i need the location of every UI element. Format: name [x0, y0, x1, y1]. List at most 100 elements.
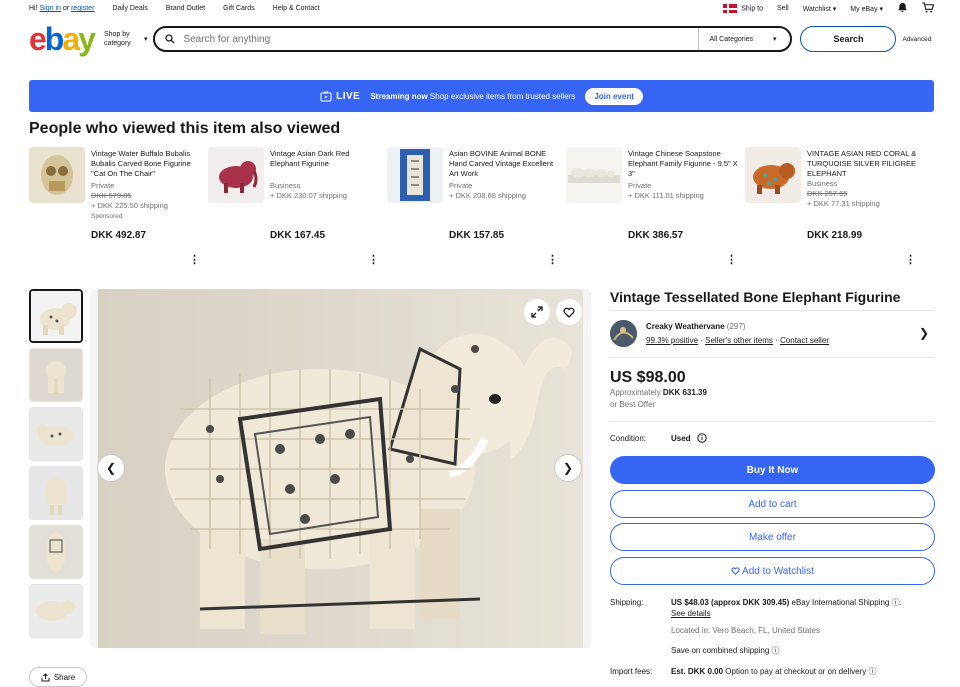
- main-header: ebay Shop by category ▾ Search for anyth…: [29, 22, 935, 56]
- product-thumbnail[interactable]: [566, 147, 622, 203]
- sign-in-link[interactable]: Sign in: [40, 5, 61, 12]
- also-viewed-heading: People who viewed this item also viewed: [29, 120, 341, 137]
- share-button[interactable]: Share: [29, 667, 87, 687]
- see-details-link[interactable]: See details: [671, 609, 711, 618]
- also-viewed-card[interactable]: VINTAGE ASIAN RED CORAL & TURQUOISE SILV…: [745, 147, 917, 267]
- previous-image-button[interactable]: ❮: [97, 454, 125, 482]
- bell-icon[interactable]: [897, 2, 908, 16]
- more-options-icon[interactable]: ⋮: [368, 253, 379, 266]
- seller-avatar[interactable]: [610, 320, 637, 347]
- watchlist-menu[interactable]: Watchlist ▾: [803, 5, 837, 13]
- ship-to-button[interactable]: Ship to: [723, 4, 763, 13]
- more-options-icon[interactable]: ⋮: [726, 253, 737, 266]
- search-button[interactable]: Search: [800, 26, 897, 52]
- approx-price: Approximately DKK 631.39: [610, 388, 707, 397]
- card-price: DKK 157.85: [449, 230, 505, 241]
- seller-other-items-link[interactable]: Seller's other items: [705, 336, 773, 345]
- shipping-method: eBay International Shipping: [791, 598, 890, 607]
- main-product-image[interactable]: ❮ ❯: [90, 289, 591, 648]
- category-select[interactable]: All Categories ▾: [698, 28, 790, 50]
- info-icon[interactable]: ⓘ: [772, 646, 780, 655]
- product-thumbnail[interactable]: [745, 147, 801, 203]
- also-viewed-card[interactable]: Vintage Water Buffalo Bubalis Bubalis Ca…: [29, 147, 201, 267]
- gallery-thumbnail[interactable]: [29, 466, 83, 520]
- card-seller-type: Business: [270, 181, 301, 190]
- shipping-details: US $48.03 (approx DKK 309.45) eBay Inter…: [671, 597, 935, 656]
- card-price: DKK 386.57: [628, 230, 684, 241]
- seller-name-row: Creaky Weathervane (297): [646, 322, 745, 331]
- import-fees-note: Option to pay at checkout or on delivery: [725, 667, 867, 676]
- gallery-thumbnail[interactable]: [29, 584, 83, 638]
- info-icon[interactable]: ⓘ: [868, 667, 876, 676]
- cart-icon[interactable]: [922, 2, 935, 15]
- daily-deals-link[interactable]: Daily Deals: [112, 5, 147, 12]
- also-viewed-card[interactable]: Vintage Chinese Soapstone Elephant Famil…: [566, 147, 738, 267]
- gallery-thumbnail[interactable]: [29, 348, 83, 402]
- gift-cards-link[interactable]: Gift Cards: [223, 5, 255, 12]
- join-event-button[interactable]: Join event: [585, 87, 643, 105]
- item-price: US $98.00: [610, 369, 686, 386]
- info-icon[interactable]: [697, 433, 707, 445]
- add-to-watchlist-label: Add to Watchlist: [742, 565, 814, 577]
- next-image-button[interactable]: ❯: [554, 454, 582, 482]
- add-to-watchlist-button[interactable]: Add to Watchlist: [610, 557, 935, 585]
- card-shipping: + DKK 77.31 shipping: [807, 199, 880, 208]
- divider: [610, 421, 935, 422]
- gallery-thumbnails: [29, 289, 85, 643]
- help-contact-link[interactable]: Help & Contact: [273, 5, 320, 12]
- condition-value: Used: [671, 434, 691, 443]
- top-utility-bar: Hi! Sign in or register Daily Deals Bran…: [29, 0, 935, 17]
- seller-card[interactable]: Creaky Weathervane (297) 99.3% positive …: [610, 320, 935, 356]
- make-offer-button[interactable]: Make offer: [610, 523, 935, 551]
- card-price: DKK 492.87: [91, 230, 147, 241]
- card-title[interactable]: Vintage Chinese Soapstone Elephant Famil…: [628, 149, 738, 179]
- search-input[interactable]: Search for anything: [183, 34, 270, 45]
- contact-seller-link[interactable]: Contact seller: [780, 336, 829, 345]
- divider: [610, 310, 935, 311]
- category-select-label: All Categories: [709, 35, 754, 43]
- card-title[interactable]: VINTAGE ASIAN RED CORAL & TURQUOISE SILV…: [807, 149, 917, 179]
- card-seller-type: Private: [91, 181, 115, 190]
- ebay-logo[interactable]: ebay: [29, 23, 96, 55]
- positive-feedback-link[interactable]: 99.3% positive: [646, 336, 698, 345]
- card-original-price: DKK 579.85: [91, 191, 132, 200]
- listing-title: Vintage Tessellated Bone Elephant Figuri…: [610, 289, 901, 305]
- sell-link[interactable]: Sell: [777, 5, 789, 12]
- add-to-cart-button[interactable]: Add to cart: [610, 490, 935, 518]
- seller-name[interactable]: Creaky Weathervane: [646, 322, 725, 331]
- info-icon[interactable]: ⓘ: [892, 598, 900, 607]
- more-options-icon[interactable]: ⋮: [905, 253, 916, 266]
- product-thumbnail[interactable]: [387, 147, 443, 203]
- brand-outlet-link[interactable]: Brand Outlet: [166, 5, 205, 12]
- my-ebay-menu[interactable]: My eBay ▾: [850, 5, 883, 13]
- import-fees-value: Est. DKK 0.00: [671, 667, 724, 676]
- also-viewed-card[interactable]: Asian BOVINE Animal BONE Hand Carved Vin…: [387, 147, 559, 267]
- heart-icon[interactable]: [556, 299, 582, 325]
- or-text: or: [62, 5, 70, 12]
- gallery-thumbnail[interactable]: [29, 407, 83, 461]
- import-fees-label: Import fees:: [610, 667, 653, 676]
- gallery-thumbnail[interactable]: [29, 289, 83, 343]
- buy-it-now-button[interactable]: Buy It Now: [610, 456, 935, 484]
- card-title[interactable]: Vintage Asian Dark Red Elephant Figurine: [270, 149, 380, 169]
- product-thumbnail[interactable]: [208, 147, 264, 203]
- register-link[interactable]: register: [71, 5, 94, 12]
- shop-by-category-button[interactable]: Shop by category: [104, 30, 148, 48]
- card-title[interactable]: Vintage Water Buffalo Bubalis Bubalis Ca…: [91, 149, 201, 179]
- import-fees-details: Est. DKK 0.00 Option to pay at checkout …: [671, 666, 935, 677]
- advanced-search-link[interactable]: Advanced: [902, 36, 931, 43]
- more-options-icon[interactable]: ⋮: [189, 253, 200, 266]
- more-options-icon[interactable]: ⋮: [547, 253, 558, 266]
- product-thumbnail[interactable]: [29, 147, 85, 203]
- expand-icon[interactable]: [524, 299, 550, 325]
- gallery-thumbnail[interactable]: [29, 525, 83, 579]
- also-viewed-card[interactable]: Vintage Asian Dark Red Elephant Figurine…: [208, 147, 380, 267]
- search-icon: [165, 34, 175, 44]
- seller-feedback-count: (297): [726, 322, 746, 331]
- chevron-down-icon: ▾: [879, 5, 883, 13]
- card-seller-type: Business: [807, 179, 838, 188]
- live-event-banner[interactable]: LIVE Streaming now Shop exclusive items …: [29, 80, 934, 112]
- search-bar[interactable]: Search for anything All Categories ▾: [153, 26, 793, 52]
- card-title[interactable]: Asian BOVINE Animal BONE Hand Carved Vin…: [449, 149, 559, 179]
- chevron-right-icon[interactable]: ❯: [919, 326, 929, 340]
